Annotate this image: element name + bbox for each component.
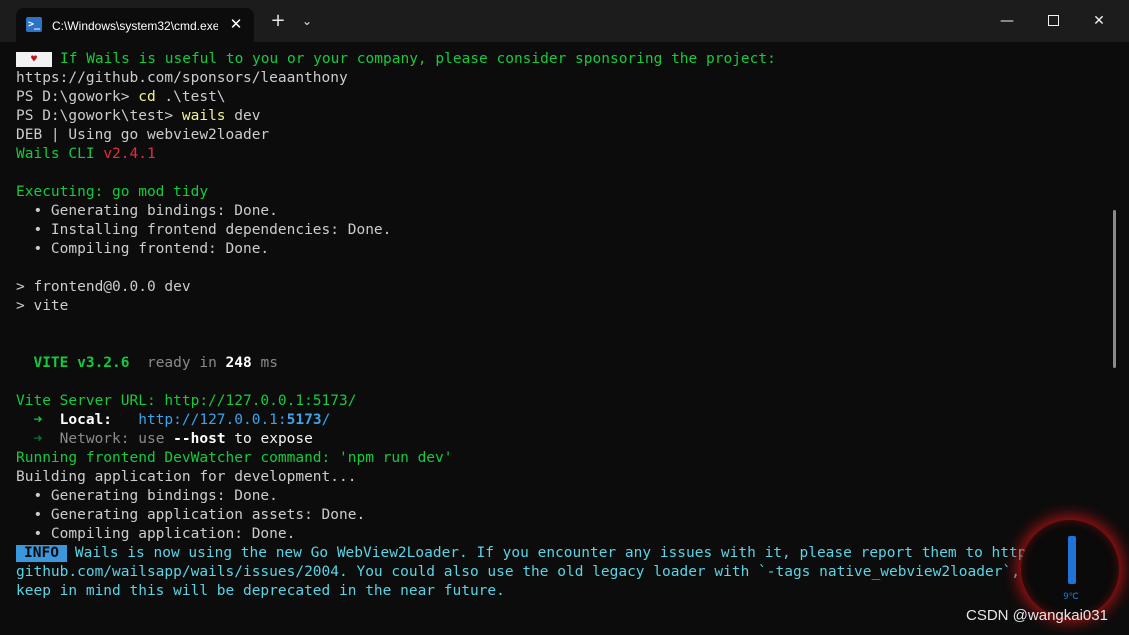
powershell-icon: >_ [26, 17, 42, 32]
terminal-output[interactable]: ♥ If Wails is useful to you or your compa… [16, 50, 1108, 620]
command: cd [138, 89, 156, 105]
tab-dropdown-icon[interactable]: ⌄ [298, 11, 316, 31]
network-rest: to expose [225, 431, 313, 447]
debug-line: DEB | Using go webview2loader [16, 127, 270, 143]
vite-ready-unit: ms [251, 355, 278, 371]
cli-version: v2.4.1 [103, 146, 156, 162]
terminal-line: > frontend@0.0.0 dev [16, 278, 1108, 297]
terminal-line: • Compiling application: Done. [16, 525, 1108, 544]
maximize-icon [1047, 15, 1059, 26]
prompt: PS D:\gowork> [16, 89, 139, 105]
npm-script-line: > vite [16, 298, 69, 314]
terminal-line: Vite Server URL: http://127.0.0.1:5173/ [16, 392, 1108, 411]
terminal-line: PS D:\gowork> cd .\test\ [16, 88, 1108, 107]
close-window-button[interactable]: ✕ [1076, 0, 1122, 42]
network-label: Network: [42, 431, 130, 447]
info-badge: INFO [16, 544, 67, 562]
terminal-line: Running frontend DevWatcher command: 'np… [16, 449, 1108, 468]
devwatcher-line: Running frontend DevWatcher command: 'np… [16, 450, 453, 466]
step-line: • Compiling frontend: Done. [16, 241, 270, 257]
vite-server-url: Vite Server URL: http://127.0.0.1:5173/ [16, 393, 357, 409]
terminal-line: INFO Wails is now using the new Go WebVie… [16, 544, 1108, 563]
tab-close-icon[interactable]: ✕ [226, 14, 246, 34]
terminal-line: keep in mind this will be deprecated in … [16, 582, 1108, 601]
cli-name: Wails CLI [16, 146, 104, 162]
sponsor-message: If Wails is useful to you or your compan… [60, 51, 776, 67]
terminal-tab[interactable]: >_ C:\Windows\system32\cmd.exe ✕ [16, 8, 254, 42]
vite-ready-time: 248 [225, 355, 252, 371]
terminal-line: • Generating bindings: Done. [16, 202, 1108, 221]
terminal-line: Executing: go mod tidy [16, 183, 1108, 202]
minimize-button[interactable]: — [984, 0, 1030, 42]
terminal-line: • Installing frontend dependencies: Done… [16, 221, 1108, 240]
terminal-line: • Generating bindings: Done. [16, 487, 1108, 506]
local-url-slash[interactable]: / [322, 412, 331, 428]
arrow-icon: ➜ [16, 412, 43, 428]
step-line: • Generating bindings: Done. [16, 488, 278, 504]
local-label: Local: [42, 412, 113, 428]
terminal-line: ♥ If Wails is useful to you or your compa… [16, 50, 1108, 69]
heart-icon: ♥ [16, 51, 52, 67]
command-arg: .\test\ [155, 89, 226, 105]
terminal-line: DEB | Using go webview2loader [16, 126, 1108, 145]
arrow-icon: ➜ [16, 431, 43, 447]
tab-title: C:\Windows\system32\cmd.exe [52, 19, 218, 33]
terminal-line: Wails CLI v2.4.1 [16, 145, 1108, 164]
info-message: keep in mind this will be deprecated in … [16, 583, 505, 599]
local-url[interactable]: http://127.0.0.1: [112, 412, 286, 428]
widget-text: 9℃ [1063, 592, 1079, 602]
vite-ready-label: ready in [129, 355, 226, 371]
maximize-button[interactable] [1030, 0, 1076, 42]
title-bar: >_ C:\Windows\system32\cmd.exe ✕ + ⌄ — ✕ [0, 0, 1129, 42]
watermark: CSDN @wangkai031 [966, 607, 1108, 624]
building-line: Building application for development... [16, 469, 357, 485]
sponsor-url: https://github.com/sponsors/leaanthony [16, 70, 348, 86]
step-line: • Compiling application: Done. [16, 526, 296, 542]
step-line: • Installing frontend dependencies: Done… [16, 222, 392, 238]
terminal-line: ➜ Local: http://127.0.0.1:5173/ [16, 411, 1108, 430]
npm-script-line: > frontend@0.0.0 dev [16, 279, 191, 295]
step-line: • Generating bindings: Done. [16, 203, 278, 219]
info-message: Wails is now using the new Go WebView2Lo… [74, 545, 1062, 561]
executing-line: Executing: go mod tidy [16, 184, 209, 200]
network-use: use [129, 431, 174, 447]
command-arg: dev [225, 108, 261, 124]
terminal-line: https://github.com/sponsors/leaanthony [16, 69, 1108, 88]
command: wails [181, 108, 226, 124]
local-port[interactable]: 5173 [287, 412, 322, 428]
scrollbar-thumb[interactable] [1113, 210, 1116, 368]
terminal-line: VITE v3.2.6 ready in 248 ms [16, 354, 1108, 373]
terminal-line: ➜ Network: use --host to expose [16, 430, 1108, 449]
info-message: github.com/wailsapp/wails/issues/2004. Y… [16, 564, 1055, 580]
terminal-line: • Generating application assets: Done. [16, 506, 1108, 525]
terminal-line: • Compiling frontend: Done. [16, 240, 1108, 259]
gauge-bar-icon [1068, 536, 1076, 584]
step-line: • Generating application assets: Done. [16, 507, 366, 523]
prompt: PS D:\gowork\test> [16, 108, 182, 124]
new-tab-button[interactable]: + [268, 11, 288, 31]
host-flag: --host [173, 431, 226, 447]
terminal-line: PS D:\gowork\test> wails dev [16, 107, 1108, 126]
floating-monitor-widget[interactable]: 9℃ [1021, 520, 1119, 618]
terminal-line: > vite [16, 297, 1108, 316]
terminal-line: Building application for development... [16, 468, 1108, 487]
vite-version: VITE v3.2.6 [16, 355, 130, 371]
terminal-line: github.com/wailsapp/wails/issues/2004. Y… [16, 563, 1108, 582]
